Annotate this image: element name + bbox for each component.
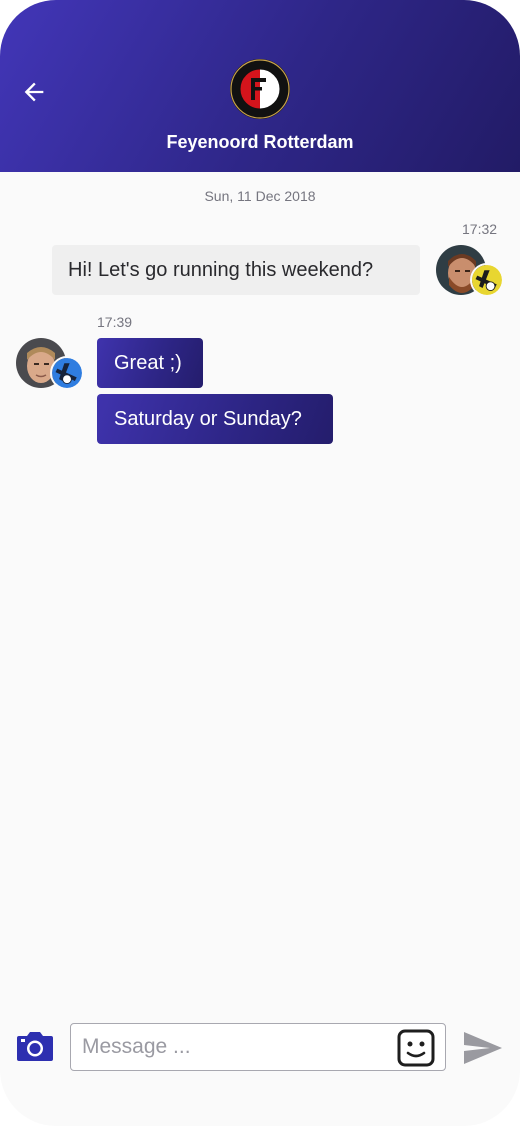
feyenoord-crest-icon <box>230 59 290 119</box>
message-input-box <box>70 1023 446 1071</box>
soccer-ball-badge-icon <box>470 263 504 297</box>
send-icon <box>464 1032 502 1064</box>
message-composer <box>0 1018 520 1078</box>
message-bubble-incoming[interactable]: Hi! Let's go running this weekend? <box>52 245 420 295</box>
emoji-button[interactable] <box>397 1029 435 1067</box>
date-separator: Sun, 11 Dec 2018 <box>204 188 316 204</box>
soccer-ball-badge-icon <box>50 356 84 390</box>
outgoing-avatar-group <box>16 338 86 390</box>
camera-button[interactable] <box>16 1030 54 1062</box>
message-bubble-outgoing[interactable]: Great ;) <box>97 338 203 388</box>
outgoing-timestamp: 17:39 <box>97 314 133 330</box>
send-button[interactable] <box>462 1030 504 1066</box>
message-bubble-outgoing[interactable]: Saturday or Sunday? <box>97 394 333 444</box>
back-button[interactable] <box>18 76 50 108</box>
incoming-timestamp: 17:32 <box>462 221 498 237</box>
arrow-left-icon <box>24 82 44 102</box>
chat-screen: Feyenoord Rotterdam Sun, 11 Dec 2018 17:… <box>0 0 520 1126</box>
message-input[interactable] <box>71 1024 391 1070</box>
chat-title: Feyenoord Rotterdam <box>166 132 354 152</box>
emoji-icon <box>397 1029 435 1067</box>
chat-header: Feyenoord Rotterdam <box>0 0 520 172</box>
incoming-avatar-group <box>436 245 506 297</box>
camera-icon <box>17 1032 53 1061</box>
